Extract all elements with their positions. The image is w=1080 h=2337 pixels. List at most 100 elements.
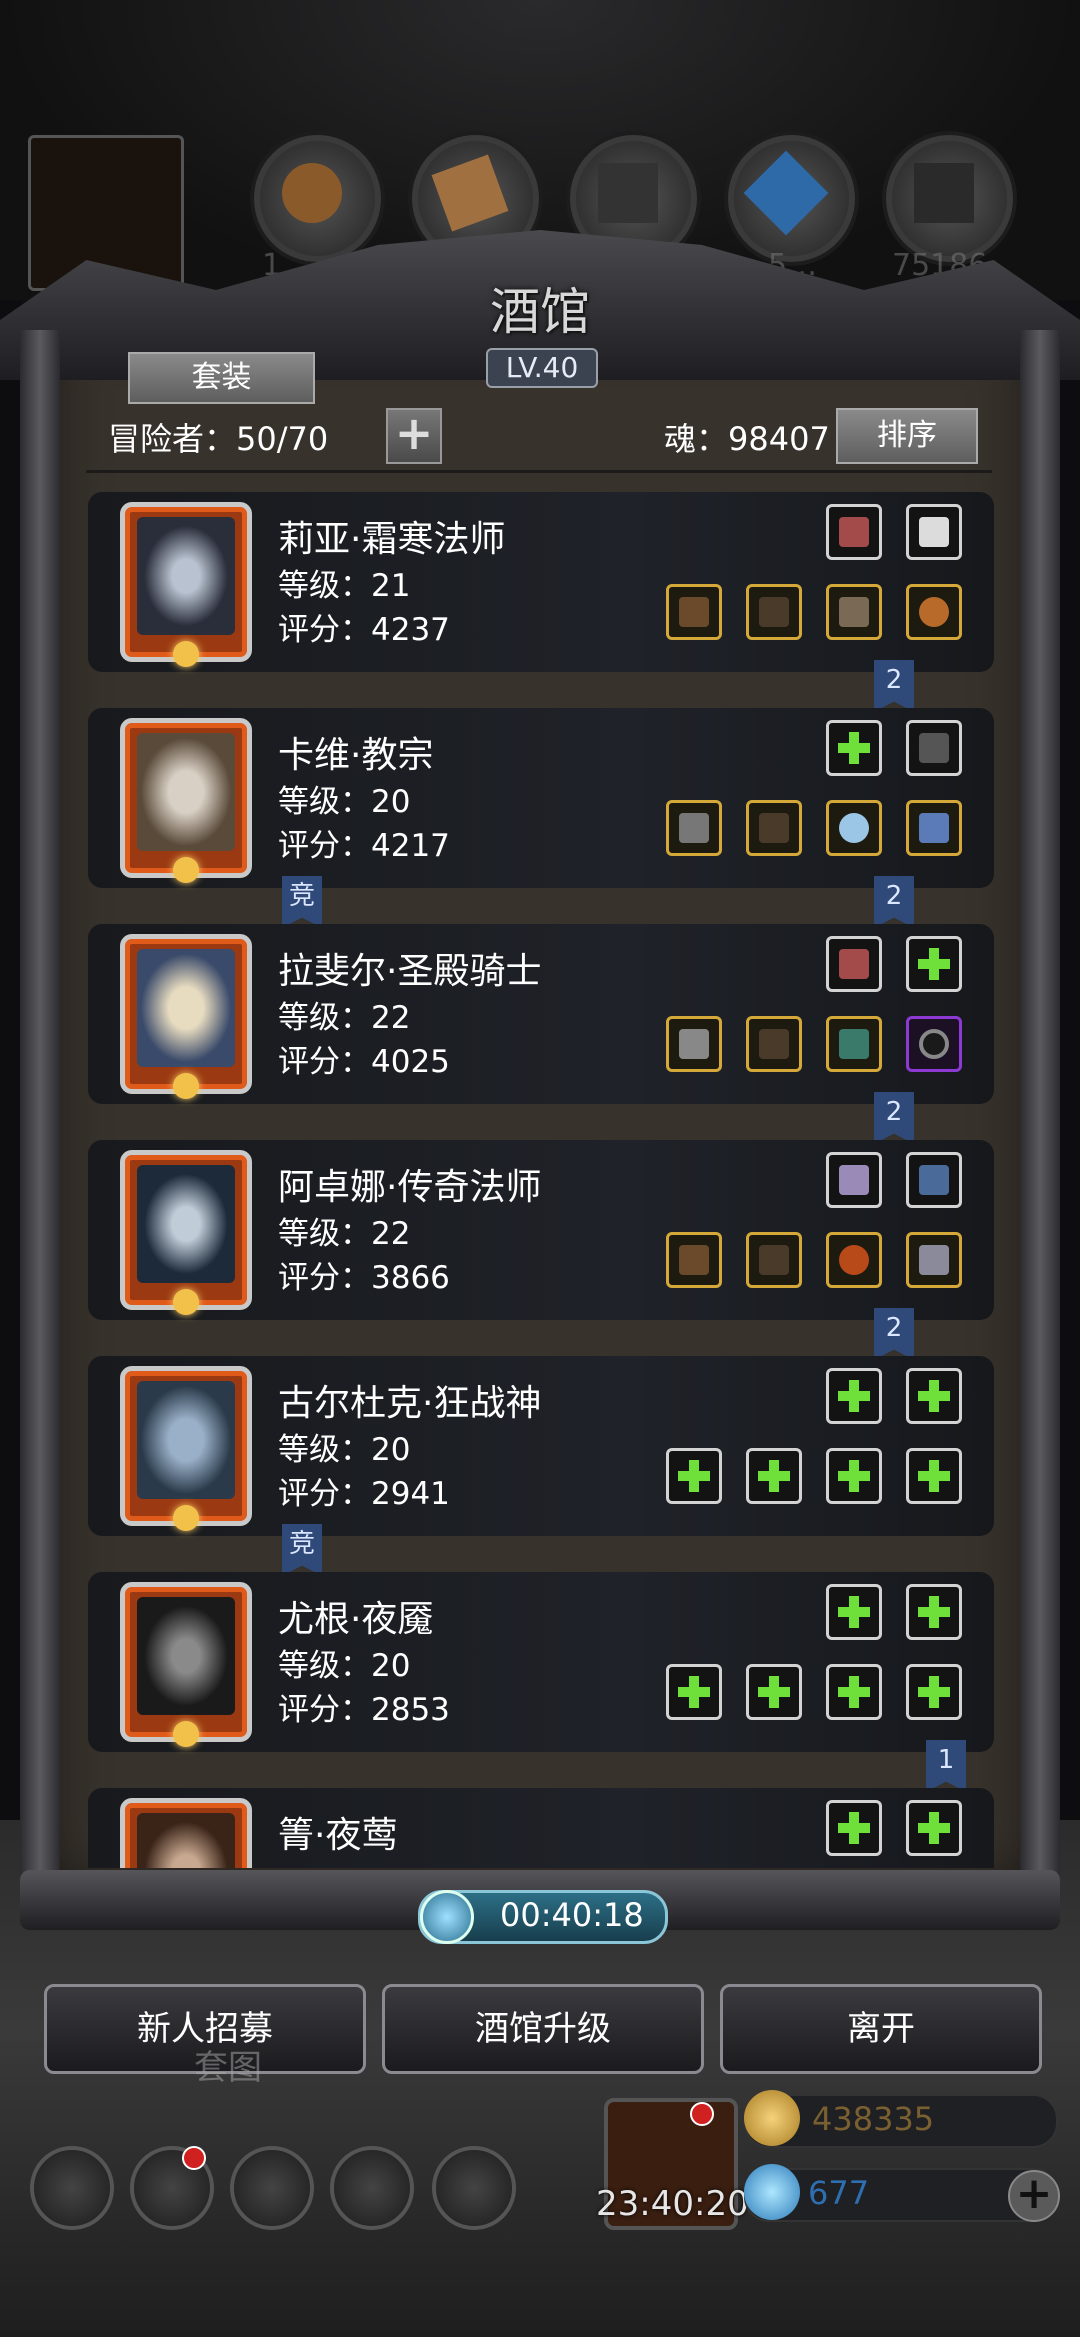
equip-slot[interactable] — [666, 1016, 722, 1072]
equip-slot[interactable] — [746, 1232, 802, 1288]
equip-slot[interactable] — [906, 1152, 962, 1208]
add-icon — [838, 1596, 870, 1628]
hero-portrait[interactable] — [120, 1150, 252, 1315]
add-icon — [838, 1380, 870, 1412]
equip-slot-empty[interactable] — [906, 1800, 962, 1856]
equip-slot[interactable] — [666, 1232, 722, 1288]
hero-portrait[interactable] — [120, 1798, 252, 1868]
rank-ribbon: 2 — [874, 1092, 914, 1144]
resource-wood-icon — [254, 135, 381, 262]
hero-score: 评分：4237 — [278, 612, 450, 648]
shop-icon[interactable] — [230, 2146, 314, 2230]
settings-icon[interactable] — [30, 2146, 114, 2230]
equip-slot-empty[interactable] — [906, 1584, 962, 1640]
hero-portrait[interactable] — [120, 934, 252, 1099]
add-capacity-button[interactable]: + — [386, 408, 442, 464]
hero-portrait[interactable] — [120, 1366, 252, 1531]
hero-name: 拉斐尔·圣殿骑士 — [278, 951, 542, 992]
equip-slot[interactable] — [906, 720, 962, 776]
hero-portrait[interactable] — [120, 1582, 252, 1747]
sort-button[interactable]: 排序 — [836, 408, 978, 464]
hero-card[interactable]: 莉亚·霜寒法师 等级：21 评分：4237 — [88, 492, 994, 672]
equip-slot-empty[interactable] — [826, 1664, 882, 1720]
equip-slot-empty[interactable] — [746, 1448, 802, 1504]
ring-icon — [839, 1245, 869, 1275]
relic-icon — [839, 949, 869, 979]
crystal-icon — [743, 150, 829, 236]
ring-icon — [919, 597, 949, 627]
add-icon — [758, 1460, 790, 1492]
equip-slot-empty[interactable] — [826, 1368, 882, 1424]
hero-card[interactable]: 古尔杜克·狂战神 等级：20 评分：2941 — [88, 1356, 994, 1536]
equip-slot[interactable] — [746, 800, 802, 856]
equip-slot-empty[interactable] — [826, 1448, 882, 1504]
map-icon[interactable] — [432, 2146, 516, 2230]
heart-icon — [919, 813, 949, 843]
mail-icon[interactable] — [330, 2146, 414, 2230]
hero-face-icon — [137, 1381, 235, 1499]
amulet-icon — [919, 1165, 949, 1195]
hero-level: 等级：22 — [278, 1000, 411, 1036]
gem-icon — [744, 2164, 800, 2220]
hero-portrait[interactable] — [120, 718, 252, 883]
clock-icon — [420, 1890, 474, 1944]
equip-slot[interactable] — [746, 584, 802, 640]
hero-score: 评分：2941 — [278, 1476, 450, 1512]
stone-icon — [598, 163, 658, 223]
equip-slot[interactable] — [826, 504, 882, 560]
equip-slot-empty[interactable] — [906, 1664, 962, 1720]
hero-face-icon — [137, 733, 235, 851]
equip-slot[interactable] — [666, 800, 722, 856]
hero-level: 等级：22 — [278, 1216, 411, 1252]
equip-slot-empty[interactable] — [906, 1368, 962, 1424]
equip-slot[interactable] — [746, 1016, 802, 1072]
equip-slot-empty[interactable] — [666, 1664, 722, 1720]
upgrade-tavern-button[interactable]: 酒馆升级 — [382, 1984, 704, 2074]
equip-slot-empty[interactable] — [826, 720, 882, 776]
hero-list[interactable]: 莉亚·霜寒法师 等级：21 评分：4237 2 卡维·教宗 等级：20 评分：4… — [82, 482, 998, 1868]
equip-slot[interactable] — [906, 800, 962, 856]
equip-slot[interactable] — [906, 504, 962, 560]
mace-icon — [679, 1029, 709, 1059]
hero-card[interactable]: 箐·夜莺 — [88, 1788, 994, 1868]
equip-slot-empty[interactable] — [906, 936, 962, 992]
rank-ribbon: 2 — [874, 660, 914, 712]
equip-slot[interactable] — [906, 584, 962, 640]
add-icon — [918, 1460, 950, 1492]
equip-slot[interactable] — [906, 1016, 962, 1072]
equip-slot[interactable] — [826, 1232, 882, 1288]
equip-slot[interactable] — [906, 1232, 962, 1288]
hero-face-icon — [137, 517, 235, 635]
add-icon — [678, 1460, 710, 1492]
hero-card[interactable]: 尤根·夜魇 等级：20 评分：2853 — [88, 1572, 994, 1752]
equip-slot[interactable] — [826, 936, 882, 992]
hero-name: 箐·夜莺 — [278, 1815, 398, 1856]
hero-card[interactable]: 卡维·教宗 等级：20 评分：4217 — [88, 708, 994, 888]
hero-portrait[interactable] — [120, 502, 252, 667]
hero-card[interactable]: 拉斐尔·圣殿骑士 等级：22 评分：4025 — [88, 924, 994, 1104]
ingot-icon — [914, 163, 974, 223]
equip-slot[interactable] — [826, 1016, 882, 1072]
equip-slot-empty[interactable] — [746, 1664, 802, 1720]
adventurer-count: 冒险者：50/70 — [108, 420, 329, 458]
add-icon — [838, 1460, 870, 1492]
equip-slot[interactable] — [666, 584, 722, 640]
add-icon — [918, 948, 950, 980]
equip-slot-empty[interactable] — [826, 1800, 882, 1856]
equip-slot-empty[interactable] — [826, 1584, 882, 1640]
equip-slot[interactable] — [826, 800, 882, 856]
equip-slot-empty[interactable] — [666, 1448, 722, 1504]
hero-name: 莉亚·霜寒法师 — [278, 519, 506, 560]
wing-icon — [919, 517, 949, 547]
equip-slot[interactable] — [826, 584, 882, 640]
equip-slot[interactable] — [826, 1152, 882, 1208]
hero-level: 等级：20 — [278, 784, 411, 820]
equipment-set-button[interactable]: 套装 — [128, 352, 315, 404]
add-gems-button[interactable]: + — [1008, 2170, 1060, 2222]
hero-score: 评分：2853 — [278, 1692, 450, 1728]
equip-slot-empty[interactable] — [906, 1448, 962, 1504]
hero-card[interactable]: 阿卓娜·传奇法师 等级：22 评分：3866 — [88, 1140, 994, 1320]
tavern-level-badge: LV.40 — [486, 348, 598, 388]
cloak-icon — [759, 813, 789, 843]
leave-button[interactable]: 离开 — [720, 1984, 1042, 2074]
